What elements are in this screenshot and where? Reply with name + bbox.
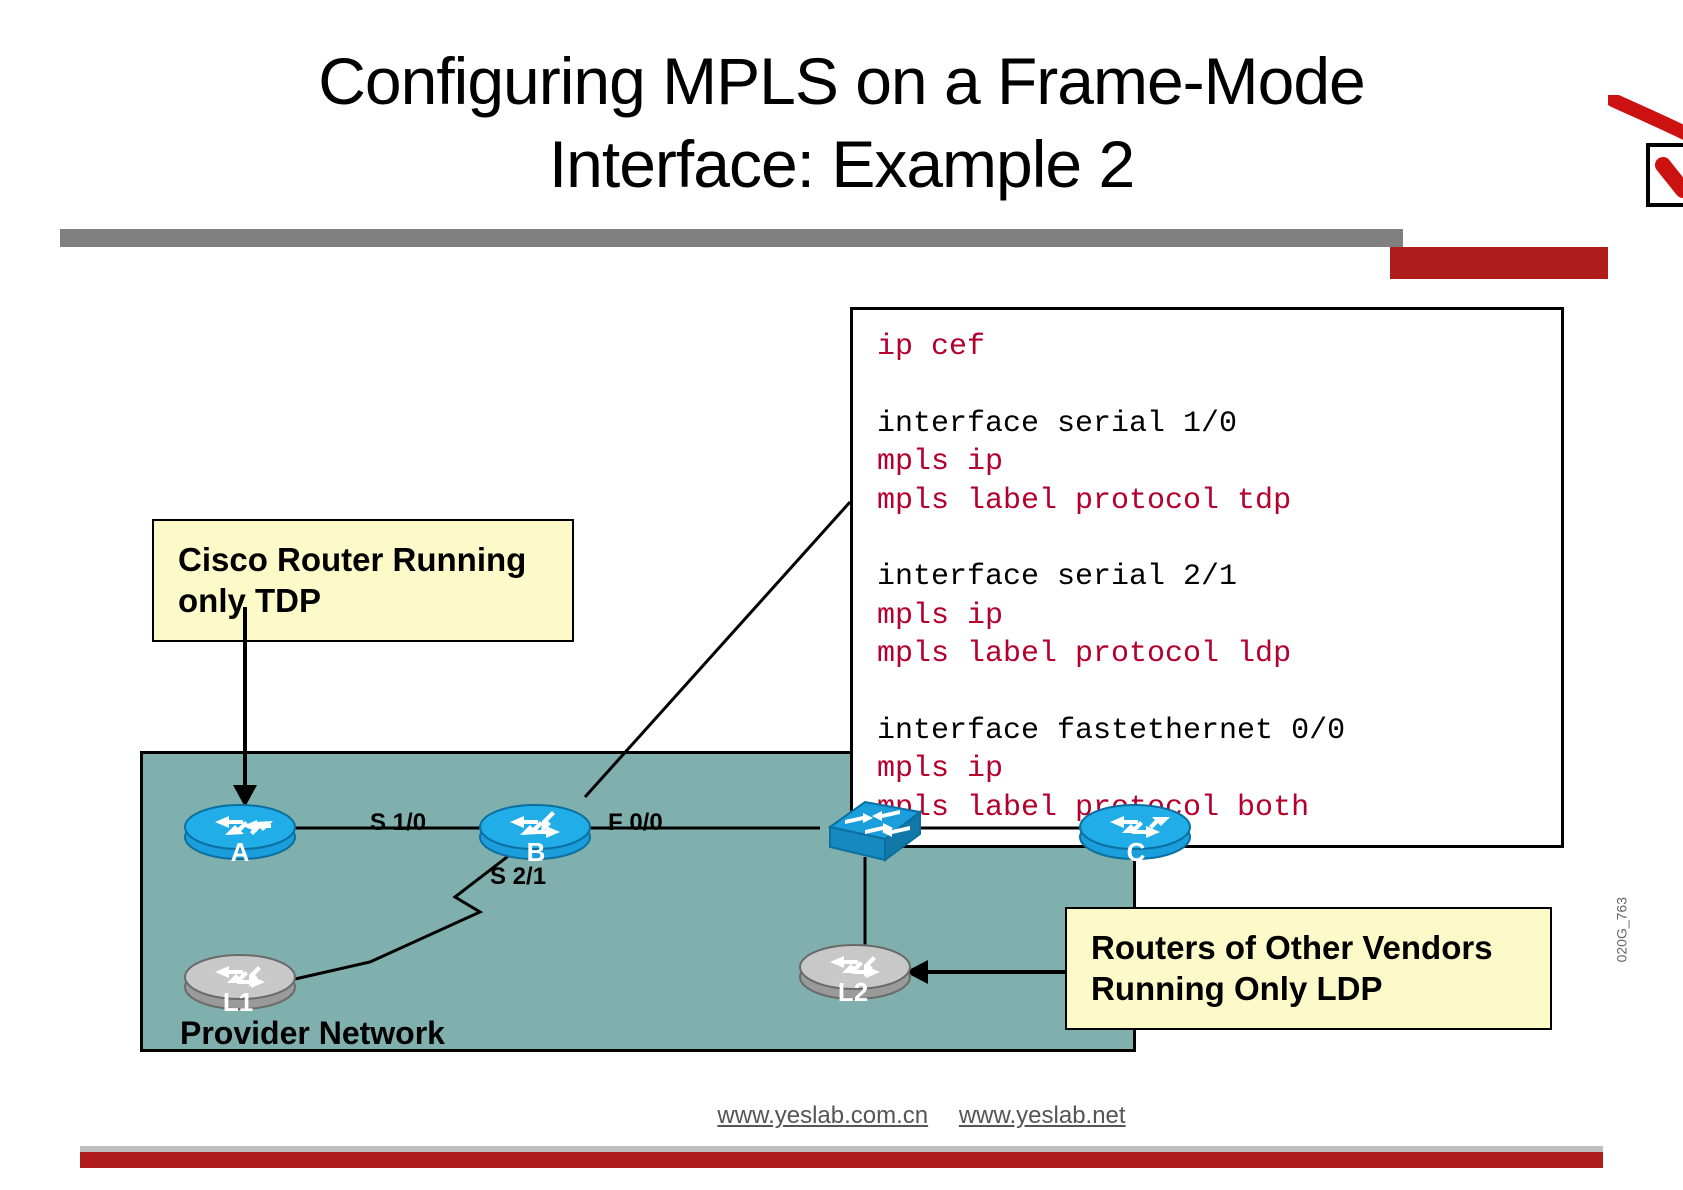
footer-links: www.yeslab.com.cn www.yeslab.net [80,1102,1683,1130]
port-s10: S 1/0 [370,809,426,837]
config-panel: ip cef interface serial 1/0 mpls ip mpls… [850,307,1564,848]
device-C: C [1096,837,1176,868]
cfg-iface2: interface serial 2/1 [877,558,1537,596]
cfg-iface1: interface serial 1/0 [877,405,1537,443]
footer-bar [80,1140,1603,1162]
cfg-proto1: mpls label protocol tdp [877,482,1537,520]
footer-link-1[interactable]: www.yeslab.com.cn [717,1102,928,1129]
cfg-mpls1: mpls ip [877,443,1537,481]
cfg-mpls2: mpls ip [877,597,1537,635]
diagram: ip cef interface serial 1/0 mpls ip mpls… [80,307,1603,1057]
cfg-ipcef: ip cef [877,328,1537,366]
title-line-2: Interface: Example 2 [549,127,1134,201]
device-B: B [496,837,576,868]
footer-link-2[interactable]: www.yeslab.net [959,1102,1126,1129]
device-L2: L2 [813,977,893,1008]
cfg-mpls3: mpls ip [877,750,1537,788]
slide-title: Configuring MPLS on a Frame-Mode Interfa… [80,40,1603,205]
header-divider [60,229,1403,247]
callout-tdp: Cisco Router Running only TDP [152,519,574,642]
image-code: 020G_763 [1613,897,1629,962]
cfg-proto3: mpls label protocol both [877,789,1537,827]
device-L1: L1 [198,987,278,1018]
logo-accent-block [1390,247,1608,279]
callout-ldp: Routers of Other Vendors Running Only LD… [1065,907,1552,1030]
cfg-proto2: mpls label protocol ldp [877,635,1537,673]
provider-label: Provider Network [180,1015,445,1052]
device-A: A [200,837,280,868]
port-f00: F 0/0 [608,809,663,837]
title-line-1: Configuring MPLS on a Frame-Mode [318,44,1365,118]
cfg-iface3: interface fastethernet 0/0 [877,712,1537,750]
